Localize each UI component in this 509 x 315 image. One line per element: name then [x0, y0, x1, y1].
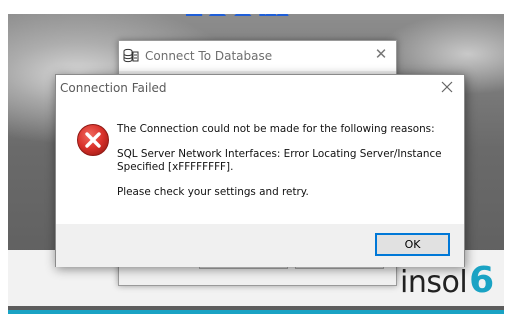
- error-message-heading: The Connection could not be made for the…: [117, 123, 435, 135]
- error-message: The Connection could not be made for the…: [117, 123, 457, 199]
- error-message-instruction: Please check your settings and retry.: [117, 186, 309, 198]
- error-icon: [77, 124, 109, 156]
- error-dialog-footer: OK: [56, 224, 464, 267]
- error-dialog-title: Connection Failed: [60, 81, 167, 95]
- database-icon: [123, 48, 139, 63]
- db-dialog-close-icon[interactable]: ✕: [374, 47, 388, 62]
- ok-button[interactable]: OK: [375, 233, 450, 256]
- footer-accent-line: [8, 310, 504, 314]
- error-dialog-titlebar: Connection Failed: [56, 75, 464, 101]
- error-message-detail: SQL Server Network Interfaces: Error Loc…: [117, 148, 442, 173]
- brand-logo-partial: zoom: [184, 14, 294, 16]
- db-dialog-titlebar: Connect To Database: [119, 41, 396, 71]
- insol-logo-number: 6: [469, 260, 495, 301]
- close-icon[interactable]: [440, 80, 454, 94]
- db-dialog-title: Connect To Database: [145, 49, 273, 63]
- insol-logo-text: insol: [400, 265, 468, 300]
- connection-failed-dialog: Connection Failed The Connection could n…: [55, 74, 465, 267]
